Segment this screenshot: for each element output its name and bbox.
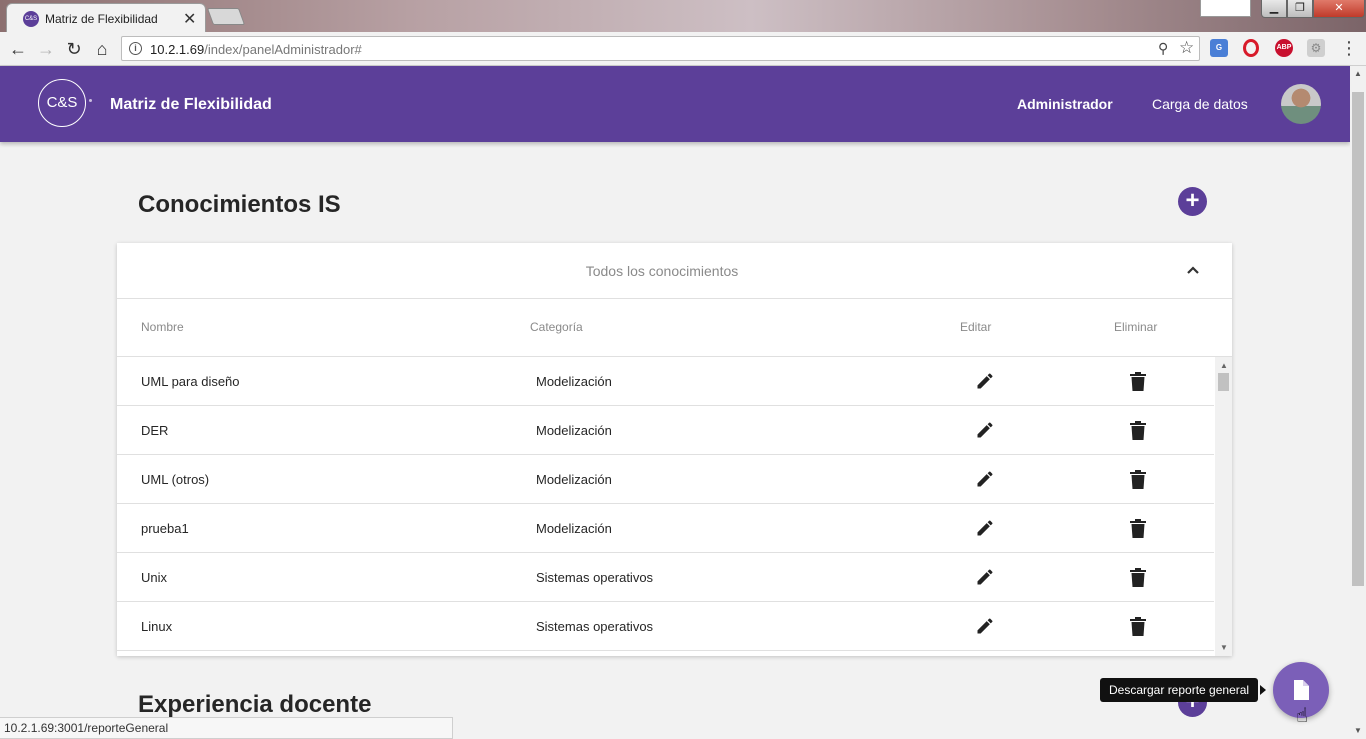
page-scrollbar[interactable]: ▲ ▼ [1350,66,1366,739]
page-scrollbar-thumb[interactable] [1352,92,1364,586]
cell-categoria: Modelización [536,423,612,438]
cell-categoria: Modelización [536,472,612,487]
tab-title: Matriz de Flexibilidad [45,12,158,26]
nav-administrador[interactable]: Administrador [1017,96,1113,112]
table-row: prueba1 Modelización [117,504,1214,553]
avatar[interactable] [1281,84,1321,124]
cell-categoria: Modelización [536,521,612,536]
favicon-icon: C&S [23,11,39,27]
cell-categoria: Sistemas operativos [536,570,654,585]
scroll-down-arrow-icon[interactable]: ▼ [1220,643,1228,652]
card-header[interactable]: Todos los conocimientos [117,243,1232,299]
table-row: UML para diseño Modelización [117,357,1214,406]
window-close-button[interactable]: ✕ [1313,0,1365,18]
cell-nombre: DER [141,423,169,438]
cell-categoria: Sistemas operativos [536,619,654,634]
opera-extension-icon[interactable] [1243,39,1259,57]
back-arrow-icon[interactable]: ← [6,37,30,61]
edit-pencil-icon[interactable] [975,518,995,538]
browser-toolbar: ← → ↻ ⌂ i 10.2.1.69/index/panelAdministr… [0,32,1366,66]
nav-carga-de-datos[interactable]: Carga de datos [1152,96,1248,112]
reload-icon[interactable]: ↻ [62,37,86,61]
profile-button[interactable] [1200,0,1251,17]
tooltip-arrow [1260,685,1266,695]
delete-trash-icon[interactable] [1129,518,1147,538]
extension-gear-icon[interactable]: ⚙ [1307,39,1325,57]
cell-nombre: prueba1 [141,521,189,536]
table-header: Nombre Categoría Editar Eliminar [117,300,1232,357]
page-scroll-up-icon[interactable]: ▲ [1354,69,1362,78]
document-icon [1294,680,1309,700]
column-header-nombre: Nombre [141,320,184,334]
cell-nombre: UML (otros) [141,472,210,487]
table-row: DER Modelización [117,406,1214,455]
column-header-eliminar: Eliminar [1114,320,1158,334]
cell-nombre: UML para diseño [141,374,240,389]
browser-tab[interactable]: C&S Matriz de Flexibilidad ✕ [6,3,206,32]
card-title: Todos los conocimientos [585,263,739,279]
forward-arrow-icon[interactable]: → [34,37,58,61]
delete-trash-icon[interactable] [1129,616,1147,636]
hand-cursor-icon: ☝ [1296,705,1309,727]
delete-trash-icon[interactable] [1129,469,1147,489]
url-path: /index/panelAdministrador# [204,42,362,57]
delete-trash-icon[interactable] [1129,567,1147,587]
edit-pencil-icon[interactable] [975,371,995,391]
table-scrollbar-thumb[interactable] [1218,373,1229,391]
window-minimize-button[interactable]: ▁ [1261,0,1287,18]
tab-close-icon[interactable]: ✕ [183,9,196,29]
column-header-categoria: Categoría [530,320,583,334]
chevron-up-icon[interactable] [1183,260,1203,280]
home-icon[interactable]: ⌂ [90,37,114,61]
delete-trash-icon[interactable] [1129,371,1147,391]
adblock-extension-icon[interactable]: ABP [1275,39,1293,57]
cell-nombre: Linux [141,619,173,634]
cell-nombre: Unix [141,570,168,585]
window-maximize-button[interactable]: ❐ [1287,0,1313,18]
translate-extension-icon[interactable]: G [1210,39,1228,57]
browser-menu-icon[interactable]: ⋮ [1340,39,1358,57]
section-title-experiencia: Experiencia docente [138,691,372,718]
app-title[interactable]: Matriz de Flexibilidad [110,96,272,114]
table-row: UML (otros) Modelización [117,455,1214,504]
report-tooltip: Descargar reporte general [1100,678,1259,702]
logo-dot [89,99,92,102]
status-bar-url: 10.2.1.69:3001/reporteGeneral [0,717,453,739]
delete-trash-icon[interactable] [1129,420,1147,440]
edit-pencil-icon[interactable] [975,567,995,587]
url-text[interactable]: 10.2.1.69/index/panelAdministrador# [150,42,362,57]
conocimientos-card: Todos los conocimientos Nombre Categoría… [117,243,1232,656]
edit-pencil-icon[interactable] [975,420,995,440]
app-header: C&S Matriz de Flexibilidad Administrador… [0,66,1350,142]
table-body: UML para diseño Modelización DER Modelizaci… [117,357,1214,656]
page-scroll-down-icon[interactable]: ▼ [1354,726,1362,735]
edit-pencil-icon[interactable] [975,469,995,489]
key-icon[interactable]: ⚲ [1158,40,1168,57]
address-bar[interactable]: i 10.2.1.69/index/panelAdministrador# ⚲ … [121,36,1200,61]
add-conocimiento-button[interactable]: + [1178,187,1207,216]
info-icon[interactable]: i [129,42,142,55]
section-title-conocimientos: Conocimientos IS [138,191,341,218]
url-host: 10.2.1.69 [150,42,205,57]
edit-pencil-icon[interactable] [975,616,995,636]
cell-categoria: Modelización [536,374,612,389]
table-row: Linux Sistemas operativos [117,602,1214,651]
scroll-up-arrow-icon[interactable]: ▲ [1220,361,1228,370]
table-scrollbar[interactable]: ▲ ▼ [1215,357,1232,656]
bookmark-star-icon[interactable]: ☆ [1179,38,1194,58]
browser-tab-strip: C&S Matriz de Flexibilidad ✕ ▁ ❐ ✕ [0,0,1366,32]
new-tab-button[interactable] [206,8,246,25]
table-row: Unix Sistemas operativos [117,553,1214,602]
logo[interactable]: C&S [38,79,86,127]
column-header-editar: Editar [960,320,992,334]
